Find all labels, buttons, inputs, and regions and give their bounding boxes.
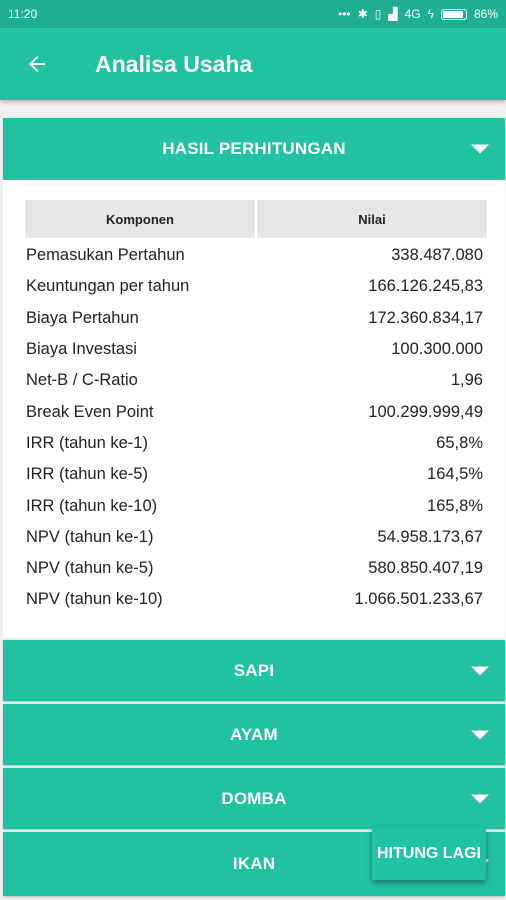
row-value: 65,8% [436,433,483,452]
signal-icon: ▟ [388,7,398,21]
section-ayam[interactable]: AYAM [3,704,505,765]
section-label: HASIL PERHITUNGAN [162,139,346,158]
table-header: Komponen Nilai [25,200,487,238]
row-value: 165,8% [427,496,483,515]
table-row: Break Even Point 100.299.999,49 [25,396,483,427]
row-label: NPV (tahun ke-10) [26,590,163,609]
chevron-down-icon [471,730,489,739]
row-label: IRR (tahun ke-5) [26,465,148,484]
chevron-down-icon [471,144,489,154]
section-label: IKAN [232,854,276,873]
network-type: 4G [404,7,421,21]
row-value: 100.299.999,49 [368,402,483,421]
row-value: 54.958.173,67 [377,527,483,546]
table-row: Net-B / C-Ratio 1,96 [25,365,483,396]
status-bar: 11:20 ••• ✱ ▯ ▟ 4G ϟ 86% [0,0,506,28]
row-value: 164,5% [427,465,483,484]
row-label: NPV (tahun ke-5) [26,559,154,578]
vibrate-icon: ▯ [374,7,382,21]
row-value: 172.360.834,17 [368,308,483,327]
chevron-down-icon [471,794,489,803]
row-value: 580.850.407,19 [368,559,483,578]
section-domba[interactable]: DOMBA [3,768,505,829]
row-label: Keuntungan per tahun [26,277,190,296]
hitung-lagi-button[interactable]: HITUNG LAGI [372,828,486,880]
row-label: Pemasukan Pertahun [26,246,185,265]
table-row: NPV (tahun ke-5) 580.850.407,19 [25,553,483,584]
row-label: IRR (tahun ke-1) [26,433,148,452]
status-icons: ••• ✱ ▯ ▟ 4G ϟ 86% [338,7,498,21]
dots-icon: ••• [338,7,351,21]
chevron-down-icon [471,666,489,675]
section-sapi[interactable]: SAPI [3,640,505,701]
results-table: Pemasukan Pertahun 338.487.080 Keuntungan… [25,240,483,616]
row-label: Net-B / C-Ratio [26,371,138,390]
row-label: Break Even Point [26,402,154,421]
table-row: IRR (tahun ke-5) 164,5% [25,459,483,490]
header-nilai: Nilai [257,200,487,238]
arrow-left-icon [29,56,45,72]
table-row: IRR (tahun ke-1) 65,8% [25,428,483,459]
battery-percent: 86% [473,7,498,21]
back-button[interactable] [17,44,57,84]
row-value: 1.066.501.233,67 [354,590,483,609]
table-row: Biaya Investasi 100.300.000 [25,334,483,365]
charging-icon: ϟ [427,7,434,21]
table-row: NPV (tahun ke-10) 1.066.501.233,67 [25,584,483,615]
row-value: 166.126.245,83 [368,277,483,296]
bluetooth-icon: ✱ [357,7,368,21]
table-row: Keuntungan per tahun 166.126.245,83 [25,271,483,302]
section-label: DOMBA [221,788,287,808]
row-value: 338.487.080 [391,246,483,265]
row-value: 1,96 [450,371,483,390]
table-row: IRR (tahun ke-10) 165,8% [25,490,483,521]
table-row: Pemasukan Pertahun 338.487.080 [25,240,483,271]
battery-icon [440,8,467,20]
table-row: NPV (tahun ke-1) 54.958.173,67 [25,522,483,553]
results-panel: Komponen Nilai Pemasukan Pertahun 338.487… [3,180,505,638]
page-title: Analisa Usaha [95,50,253,77]
row-label: Biaya Investasi [26,340,137,359]
app-bar: Analisa Usaha [0,28,506,100]
section-hasil-perhitungan[interactable]: HASIL PERHITUNGAN [3,118,505,180]
row-label: NPV (tahun ke-1) [26,527,154,546]
section-label: SAPI [233,660,275,680]
row-label: Biaya Pertahun [26,308,139,327]
header-komponen: Komponen [25,200,255,238]
table-row: Biaya Pertahun 172.360.834,17 [25,303,483,334]
row-value: 100.300.000 [391,340,483,359]
section-label: AYAM [230,724,278,744]
status-time: 11:20 [8,7,38,21]
row-label: IRR (tahun ke-10) [26,496,158,515]
